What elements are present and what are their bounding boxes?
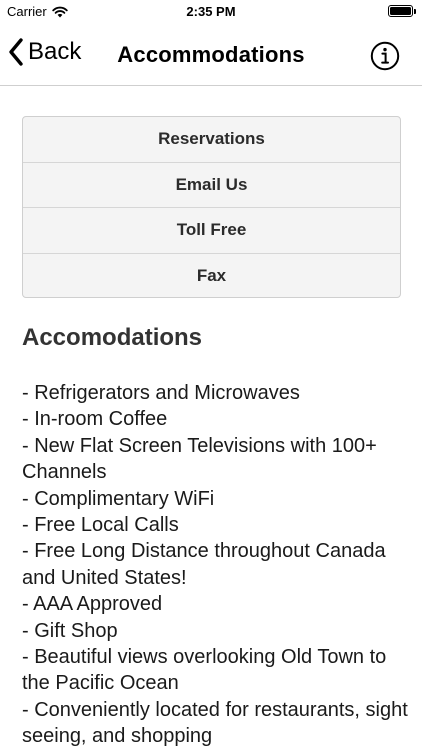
section-heading: Accomodations bbox=[22, 324, 203, 351]
list-item: - In-room Coffee bbox=[22, 408, 168, 431]
list-item: - Complimentary WiFi bbox=[22, 487, 215, 510]
info-icon[interactable] bbox=[370, 41, 400, 71]
fax-button[interactable]: Fax bbox=[23, 254, 400, 298]
list-item: - Conveniently located for restaurants, … bbox=[22, 698, 408, 748]
toll-free-button[interactable]: Toll Free bbox=[23, 208, 400, 254]
amenities-list: - Refrigerators and Microwaves - In-room… bbox=[22, 380, 412, 750]
content-section: Accomodations - Refrigerators and Microw… bbox=[22, 322, 412, 750]
list-item: - Free Local Calls bbox=[22, 514, 179, 537]
list-item: - Beautiful views overlooking Old Town t… bbox=[22, 646, 387, 695]
contact-action-group: Reservations Email Us Toll Free Fax bbox=[22, 116, 401, 298]
status-bar: Carrier 2:35 PM bbox=[0, 0, 422, 24]
list-item: - AAA Approved bbox=[22, 593, 163, 616]
back-button[interactable]: Back bbox=[8, 38, 81, 66]
list-item: - Gift Shop bbox=[22, 619, 118, 642]
chevron-left-icon bbox=[9, 38, 23, 66]
reservations-button[interactable]: Reservations bbox=[23, 117, 400, 163]
email-us-button[interactable]: Email Us bbox=[23, 163, 400, 208]
list-item: - New Flat Screen Televisions with 100+ … bbox=[22, 434, 377, 484]
status-time: 2:35 PM bbox=[186, 4, 236, 19]
battery-icon bbox=[388, 5, 416, 17]
list-item: - Free Long Distance throughout Canada a… bbox=[22, 540, 386, 589]
navigation-bar: Back Accommodations bbox=[0, 24, 422, 86]
list-item: - Refrigerators and Microwaves bbox=[22, 382, 300, 404]
back-label: Back bbox=[28, 38, 82, 65]
